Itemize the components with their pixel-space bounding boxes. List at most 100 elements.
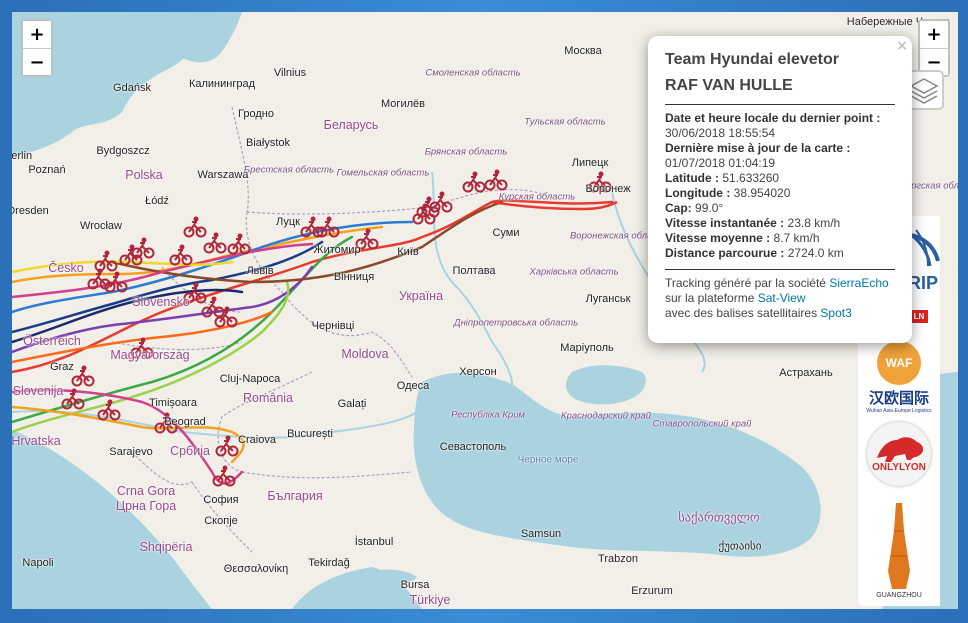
map-label-black_sea: Черное море <box>517 454 579 466</box>
zoom-out-button-left[interactable]: − <box>23 48 51 75</box>
map-label-beograd: Beograd <box>164 416 206 428</box>
rider-popup: × Team Hyundai elevetor RAF VAN HULLE Da… <box>648 36 912 343</box>
map-label-galati: Galați <box>337 398 367 410</box>
site-frame: Москва Калининград Vilnius Gdańsk Гродно Моги… <box>0 0 968 623</box>
popup-last-point-label: Date et heure locale du dernier point : <box>665 111 881 125</box>
map-label-krym: Республіка Крим <box>450 409 526 421</box>
map-label-craiova: Craiova <box>238 434 276 446</box>
map-label-kyiv: Київ <box>397 246 419 258</box>
map-label-hrvatska: Hrvatska <box>12 434 61 448</box>
popup-average-speed: Vitesse moyenne : 8.7 km/h <box>665 231 820 245</box>
map-label-erzurum: Erzurum <box>631 585 673 597</box>
map-label-gdansk: Gdańsk <box>113 82 151 94</box>
sat-view-link[interactable]: Sat-View <box>758 291 806 305</box>
map-label-warszawa: Warszawa <box>197 169 249 181</box>
map-label-ukraina: Україна <box>398 289 444 303</box>
map-label-chernivtsi: Чернівці <box>311 320 355 332</box>
map-label-samsun: Samsun <box>520 528 562 540</box>
popup-team-name: Team Hyundai elevetor <box>665 51 839 68</box>
sponsor-waf-badge: WAF <box>877 341 921 385</box>
map-label-moskva: Москва <box>564 45 602 57</box>
map-label-bursa: Bursa <box>400 579 430 591</box>
map-label-odesa: Одеса <box>396 380 430 392</box>
sierraecho-link[interactable]: SierraEcho <box>829 276 888 290</box>
map-label-lipetsk: Липецк <box>571 157 609 169</box>
map-label-cluj: Cluj-Napoca <box>219 373 281 385</box>
map-label-skopje: Скопје <box>204 515 238 527</box>
map-label-sumy: Суми <box>492 227 520 239</box>
map-label-kutaisi: ქუთაისი <box>718 540 762 553</box>
onlylyon-text-2: LYON <box>899 462 926 473</box>
popup-last-update-label: Dernière mise à jour de la carte : <box>665 141 851 155</box>
map-label-kaliningrad: Калининград <box>188 78 256 90</box>
zoom-in-button-left[interactable]: + <box>23 21 51 48</box>
map-label-magyar: Magyarország <box>110 348 190 362</box>
map-label-wroclaw: Wrocław <box>80 220 122 232</box>
popup-tracking-line-2: sur la plateforme Sat-View <box>665 291 806 305</box>
map-label-lodz: Łódź <box>145 195 169 207</box>
map-label-bucuresti: București <box>287 428 333 440</box>
map-label-vilnius: Vilnius <box>273 67 307 79</box>
map-label-crnagora: Crna Gora <box>116 484 176 498</box>
popup-cap: Cap: 99.0° <box>665 201 724 215</box>
popup-distance: Distance parcourue : 2724.0 km <box>665 246 844 260</box>
map-label-mariupol: Маріуполь <box>560 342 614 354</box>
map-label-sevastopol: Севастополь <box>439 441 507 453</box>
map-label-trabzon: Trabzon <box>598 553 638 565</box>
canton-tower-icon <box>888 503 910 589</box>
map-label-poznan: Poznań <box>28 164 66 176</box>
map-label-poltava: Полтава <box>452 265 496 277</box>
map-label-dnipro: Дніпропетровська область <box>453 317 579 329</box>
map-label-krasnodar: Краснодарский край <box>560 410 652 422</box>
map-label-tekirdag: Tekirdağ <box>308 557 350 569</box>
map-label-luhansk: Луганськ <box>585 293 631 305</box>
sponsor-onlylyon[interactable]: ONLYLYON <box>858 422 940 486</box>
sponsor-hanou-en: Wuhan Asia-Europe Logistics <box>866 408 932 414</box>
onlylyon-badge: ONLYLYON <box>867 422 931 486</box>
popup-tracking-line-1: Tracking généré par la société SierraEch… <box>665 276 889 290</box>
map-label-bydgoszcz: Bydgoszcz <box>96 145 150 157</box>
popup-last-point-value: 30/06/2018 18:55:54 <box>665 126 776 140</box>
onlylyon-text-1: ONLY <box>872 462 899 473</box>
map-label-lviv: Львів <box>246 265 274 277</box>
map-label-georgia: საქართველო <box>678 510 760 525</box>
spot3-link[interactable]: Spot3 <box>820 306 851 320</box>
map-label-turkiye: Türkiye <box>409 593 451 607</box>
popup-last-update-value: 01/07/2018 01:04:19 <box>665 156 776 170</box>
map-label-voronezh: Воронеж <box>585 183 631 195</box>
popup-close-button[interactable]: × <box>896 38 908 54</box>
sponsor-guangzhou[interactable]: GUANGZHOU <box>858 501 940 599</box>
map-label-bulgaria: България <box>267 489 323 503</box>
map-label-tula: Тульская область <box>524 116 606 128</box>
map-label-napoli: Napoli <box>22 557 54 569</box>
map-label-gomel: Гомельская область <box>336 167 430 179</box>
map-label-istanbul: İstanbul <box>354 536 394 548</box>
map-label-smolensk: Смоленская область <box>425 67 521 79</box>
map-label-sofia: София <box>203 494 239 506</box>
zoom-control-right: + − <box>918 19 950 77</box>
map-label-lutsk: Луцк <box>276 216 300 228</box>
map-label-crnagora2: Црна Гора <box>115 499 177 513</box>
sponsor-waf[interactable]: WAF 汉欧国际 Wuhan Asia-Europe Logistics <box>858 341 940 414</box>
popup-rider-name: RAF VAN HULLE <box>665 77 793 94</box>
map-label-cesko: Česko <box>48 261 84 275</box>
map-label-sarajevo: Sarajevo <box>109 446 153 458</box>
sponsor-hanou-cn: 汉欧国际 <box>868 389 929 407</box>
sponsor-guangzhou-text: GUANGZHOU <box>876 592 922 599</box>
map-label-bryansk: Брянская область <box>424 146 508 158</box>
map-label-grodno: Гродно <box>238 108 274 120</box>
map-label-srbija: Србија <box>170 444 210 458</box>
map-label-dresden: Dresden <box>12 205 49 217</box>
map-label-moldova: Moldova <box>341 347 389 361</box>
popup-instant-speed: Vitesse instantanée : 23.8 km/h <box>665 216 841 230</box>
zoom-in-button-right[interactable]: + <box>920 21 948 48</box>
map-label-berlin: Berlin <box>12 150 33 162</box>
map-label-kharkiv: Харківська область <box>529 266 619 278</box>
popup-divider-top <box>665 104 895 105</box>
map-label-belarus: Беларусь <box>323 118 379 132</box>
map-label-osterreich: Österreich <box>23 334 81 348</box>
map-label-timisoara: Timișoara <box>149 397 197 409</box>
map-label-romania: România <box>242 391 294 405</box>
map-label-kherson: Херсон <box>459 366 497 378</box>
popup-tracking-line-3: avec des balises satellitaires Spot3 <box>665 306 852 320</box>
